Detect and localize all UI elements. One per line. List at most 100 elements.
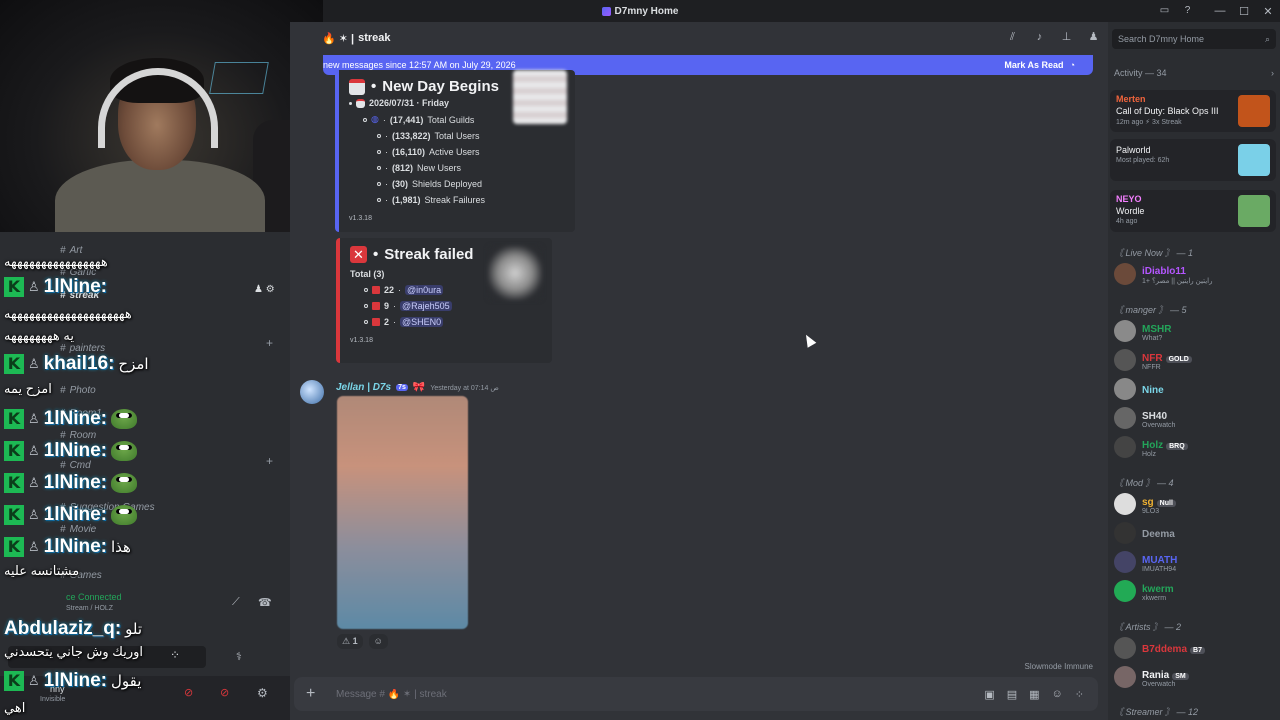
guild-tag: 7s — [396, 384, 408, 391]
message-author[interactable]: Jellan | D7s 7s 🎀 Yesterday at 07:14 ص — [336, 382, 499, 393]
activity-card[interactable]: Merten Call of Duty: Black Ops III 12m ago… — [1110, 90, 1276, 132]
activity-card[interactable]: Palworld Most played: 62h — [1110, 139, 1276, 181]
member-item[interactable]: iDiablo11 رايتين رايتين || مصر؟ +1 — [1114, 260, 1278, 288]
members-icon[interactable]: ♟ — [1087, 31, 1100, 44]
chevron-right-icon[interactable]: › — [1271, 68, 1274, 78]
mark-as-read-button[interactable]: Mark As Read ◔ — [1004, 60, 1075, 70]
member-info: kwerm xkwerm — [1142, 581, 1174, 602]
avatar — [1114, 551, 1136, 573]
member-info: Rania ЅМ Overwatch — [1142, 667, 1189, 688]
member-item[interactable]: kwerm xkwerm — [1114, 577, 1278, 605]
chat-username: 1lNine: — [43, 536, 108, 557]
member-item[interactable]: Deema — [1114, 519, 1278, 547]
search-input[interactable]: Search D7mny Home ⌕ — [1112, 29, 1276, 49]
separator-dot-icon: · — [393, 301, 397, 311]
pin-icon[interactable]: ⊥ — [1060, 31, 1073, 44]
avatar[interactable] — [300, 380, 324, 404]
maximize-button[interactable]: ☐ — [1232, 5, 1256, 18]
role-header: 〘 Live Now 〙 — 1 — [1114, 248, 1194, 258]
chat-line: K ♙ 1lNine: — [4, 504, 138, 526]
chat-line: K ♙ 1lNine: — [4, 440, 138, 462]
member-item[interactable]: SH40 Overwatch — [1114, 404, 1278, 432]
chat-line: اوريك وش جاني يتحسدني — [4, 644, 143, 659]
chat-username: 1lNine: — [43, 504, 108, 525]
member-item[interactable]: Holz BRQ Holz — [1114, 433, 1278, 461]
activity-header[interactable]: Activity — 34 › — [1114, 68, 1274, 78]
bullet-icon — [363, 117, 367, 122]
message-composer: + ▣ ▤ ▦ ☺ ⁘ — [294, 677, 1098, 711]
stream-chat-overlay: ههههههههههههههههه K ♙ 1lNine: هههههههههههههه… — [0, 0, 290, 720]
chat-line: K ♙ 1lNine: — [4, 408, 138, 430]
chat-line: K ♙ 1lNine: يقول — [4, 670, 141, 692]
chat-line: K ♙ 1lNine: — [4, 276, 107, 298]
threads-icon[interactable]: ⫽ — [1006, 31, 1019, 44]
chat-line: K ♙ 1lNine: — [4, 472, 138, 494]
member-info: B7ddema B7 — [1142, 641, 1205, 655]
reaction-warning[interactable]: ⚠ 1 — [337, 634, 363, 649]
mark-read-icon: ◔ — [1069, 60, 1075, 70]
calendar-icon — [349, 78, 365, 95]
embed-version: v1.3.18 — [350, 337, 373, 344]
chat-line: مشتانسه عليه — [4, 563, 80, 578]
message-input[interactable] — [336, 688, 985, 700]
kick-badge-icon: K — [4, 537, 24, 557]
member-item[interactable]: B7ddema B7 — [1114, 634, 1278, 662]
kick-badge-icon: K — [4, 277, 24, 297]
separator-dot-icon: · — [398, 285, 402, 295]
minimize-button[interactable]: — — [1208, 5, 1232, 17]
avatar — [1114, 349, 1136, 371]
channel-header: 🔥 ✶ | streak — [290, 22, 1108, 54]
pepe-emote-icon — [111, 505, 138, 525]
inbox-icon[interactable]: ▭ — [1158, 4, 1171, 17]
close-button[interactable]: ✕ — [1256, 5, 1280, 18]
image-attachment[interactable] — [337, 396, 468, 629]
gif-icon[interactable]: ▤ — [1007, 688, 1017, 701]
new-messages-text: new messages since 12:57 AM on July 29, … — [323, 60, 516, 70]
avatar — [1114, 493, 1136, 515]
stat-item: · (1,981) Streak Failures — [349, 195, 565, 205]
message-timestamp: Yesterday at 07:14 ص — [430, 384, 499, 392]
gift-icon[interactable]: ▣ — [984, 688, 994, 701]
apps-icon[interactable]: ⁘ — [1075, 688, 1084, 701]
member-item[interactable]: NFR GOLD NFFR — [1114, 346, 1278, 374]
member-item[interactable]: Nine — [1114, 375, 1278, 403]
x-mark-icon: ✕ — [350, 246, 367, 263]
reactions: ⚠ 1 ☺ — [337, 634, 388, 649]
user-mention[interactable]: @Rajeh505 — [400, 301, 452, 311]
stat-item: · (30) Shields Deployed — [349, 179, 565, 189]
user-icon: ♙ — [28, 507, 40, 522]
stat-item: · (16,110) Active Users — [349, 147, 565, 157]
member-name-row: B7ddema B7 — [1142, 641, 1205, 655]
member-name-row: Holz BRQ — [1142, 437, 1188, 451]
channel-name: streak — [358, 32, 391, 44]
titlebar-tools: ▭ ? — [1158, 4, 1194, 17]
slowmode-indicator: Slowmode Immune — [1024, 662, 1093, 671]
bell-icon[interactable]: ♪ — [1033, 31, 1046, 44]
activity-card[interactable]: NEYO Wordle 4h ago — [1110, 190, 1276, 232]
kick-badge-icon: K — [4, 473, 24, 493]
game-art — [1238, 95, 1270, 127]
bullet-dot-icon: · — [385, 179, 388, 189]
chat-line: K ♙ khail16: امزح — [4, 353, 149, 375]
bullet-icon — [377, 150, 381, 154]
member-info: MUATH IMUATH94 — [1142, 552, 1177, 573]
sticker-icon[interactable]: ▦ — [1029, 688, 1039, 701]
member-item[interactable]: MUATH IMUATH94 — [1114, 548, 1278, 576]
help-icon[interactable]: ? — [1181, 4, 1194, 17]
window-title: D7mny Home — [601, 6, 678, 17]
add-reaction-icon[interactable]: ☺ — [368, 634, 388, 649]
member-info: iDiablo11 رايتين رايتين || مصر؟ +1 — [1142, 263, 1212, 285]
avatar — [1114, 263, 1136, 285]
user-icon: ♙ — [28, 539, 40, 554]
member-item[interactable]: sg Null 9LO3 — [1114, 490, 1278, 518]
emoji-icon[interactable]: ☺ — [1052, 688, 1063, 701]
pepe-emote-icon — [111, 441, 138, 461]
member-info: Deema — [1142, 526, 1175, 540]
user-mention[interactable]: @in0ura — [405, 285, 444, 295]
bullet-icon — [377, 182, 381, 186]
member-item[interactable]: Rania ЅМ Overwatch — [1114, 663, 1278, 691]
user-mention[interactable]: @SHEN0 — [400, 317, 444, 327]
x-mark-icon — [372, 302, 380, 310]
upload-plus-icon[interactable]: + — [306, 685, 328, 703]
member-item[interactable]: MSHR What? — [1114, 317, 1278, 345]
